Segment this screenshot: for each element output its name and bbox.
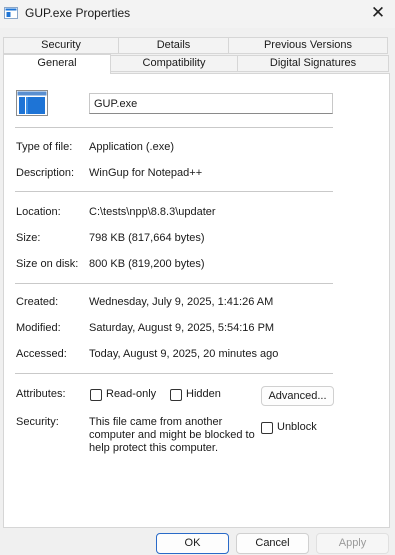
tab-general[interactable]: General: [3, 54, 111, 74]
title-bar: GUP.exe Properties ✕: [0, 0, 395, 28]
exe-file-icon: [16, 90, 48, 116]
size-on-disk-value: 800 KB (819,200 bytes): [89, 258, 205, 270]
separator: [15, 283, 333, 284]
hidden-checkbox[interactable]: [170, 389, 182, 401]
separator: [15, 191, 333, 192]
readonly-checkbox[interactable]: [90, 389, 102, 401]
window-title: GUP.exe Properties: [25, 6, 131, 20]
security-message: This file came from another computer and…: [89, 416, 255, 454]
app-icon: [4, 6, 18, 20]
created-label: Created:: [16, 296, 59, 308]
description-value: WinGup for Notepad++: [89, 167, 203, 179]
created-value: Wednesday, July 9, 2025, 1:41:26 AM: [89, 296, 274, 308]
security-label: Security:: [16, 416, 59, 428]
accessed-value: Today, August 9, 2025, 20 minutes ago: [89, 348, 279, 360]
tab-digital-signatures[interactable]: Digital Signatures: [237, 55, 389, 72]
type-label: Type of file:: [16, 141, 73, 153]
readonly-label[interactable]: Read-only: [106, 388, 156, 400]
attributes-label: Attributes:: [16, 388, 66, 400]
separator: [15, 127, 333, 128]
tab-details[interactable]: Details: [118, 37, 229, 54]
size-value: 798 KB (817,664 bytes): [89, 232, 205, 244]
modified-value: Saturday, August 9, 2025, 5:54:16 PM: [89, 322, 275, 334]
ok-button[interactable]: OK: [156, 533, 229, 554]
modified-label: Modified:: [16, 322, 61, 334]
close-button[interactable]: ✕: [361, 0, 395, 26]
hidden-label[interactable]: Hidden: [186, 388, 221, 400]
unblock-checkbox[interactable]: [261, 422, 273, 434]
close-icon: ✕: [370, 3, 386, 22]
tab-compatibility[interactable]: Compatibility: [110, 55, 238, 72]
filename-input[interactable]: [89, 93, 333, 114]
accessed-label: Accessed:: [16, 348, 67, 360]
button-bar: OK Cancel Apply: [0, 528, 395, 555]
location-value: C:\tests\npp\8.8.3\updater: [89, 206, 216, 218]
tab-previous-versions[interactable]: Previous Versions: [228, 37, 388, 54]
advanced-button[interactable]: Advanced...: [261, 386, 334, 406]
apply-button[interactable]: Apply: [316, 533, 389, 554]
cancel-button[interactable]: Cancel: [236, 533, 309, 554]
type-value: Application (.exe): [89, 141, 174, 153]
description-label: Description:: [16, 167, 75, 179]
size-label: Size:: [16, 232, 41, 244]
location-label: Location:: [16, 206, 61, 218]
separator: [15, 373, 333, 374]
unblock-label[interactable]: Unblock: [277, 421, 317, 433]
size-on-disk-label: Size on disk:: [16, 258, 79, 270]
tab-security[interactable]: Security: [3, 37, 119, 54]
